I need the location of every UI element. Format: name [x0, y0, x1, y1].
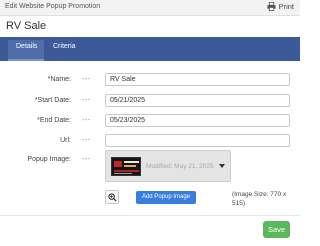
page-title: RV Sale — [6, 20, 47, 32]
name-input[interactable]: RV Sale — [105, 73, 290, 86]
tab-bar: Details Criteria — [0, 37, 300, 61]
popup-image-label: Popup Image: — [27, 156, 71, 163]
tab-details[interactable]: Details — [16, 43, 37, 50]
url-label: Url: — [60, 137, 71, 144]
popup-image-separator: --- — [82, 156, 91, 163]
end-date-label: *End Date: — [37, 117, 71, 124]
printer-icon — [267, 2, 276, 11]
print-label: Print — [278, 2, 294, 11]
caret-down-icon — [219, 164, 225, 168]
add-popup-image-button[interactable]: Add Popup Image — [136, 191, 196, 204]
url-separator: --- — [82, 137, 91, 144]
print-button[interactable]: Print — [267, 2, 294, 11]
dialog-titlebar: Edit Website Popup Promotion Print — [0, 0, 300, 16]
popup-image-select[interactable]: Modified: May 21, 2025 — [105, 150, 231, 182]
start-date-label: *Start Date: — [34, 97, 71, 104]
start-date-separator: --- — [82, 97, 91, 104]
dialog-body: *Name: --- RV Sale *Start Date: --- 05/2… — [0, 61, 300, 246]
end-date-input[interactable]: 05/23/2025 — [105, 114, 290, 127]
popup-image-modified: Modified: May 21, 2025 — [146, 163, 214, 170]
save-button[interactable]: Save — [263, 221, 290, 238]
image-size-note: (Image Size: 770 x 515) — [232, 191, 287, 207]
magnifier-plus-icon — [108, 193, 117, 202]
tab-criteria[interactable]: Criteria — [53, 43, 76, 50]
dialog-title: Edit Website Popup Promotion — [5, 3, 101, 10]
start-date-input[interactable]: 05/21/2025 — [105, 94, 290, 107]
name-label: *Name: — [47, 76, 71, 83]
zoom-image-button[interactable] — [105, 190, 119, 204]
end-date-separator: --- — [82, 117, 91, 124]
footer-divider — [0, 215, 300, 216]
popup-image-thumbnail — [111, 157, 141, 176]
url-input[interactable] — [105, 134, 290, 147]
name-separator: --- — [82, 76, 91, 83]
